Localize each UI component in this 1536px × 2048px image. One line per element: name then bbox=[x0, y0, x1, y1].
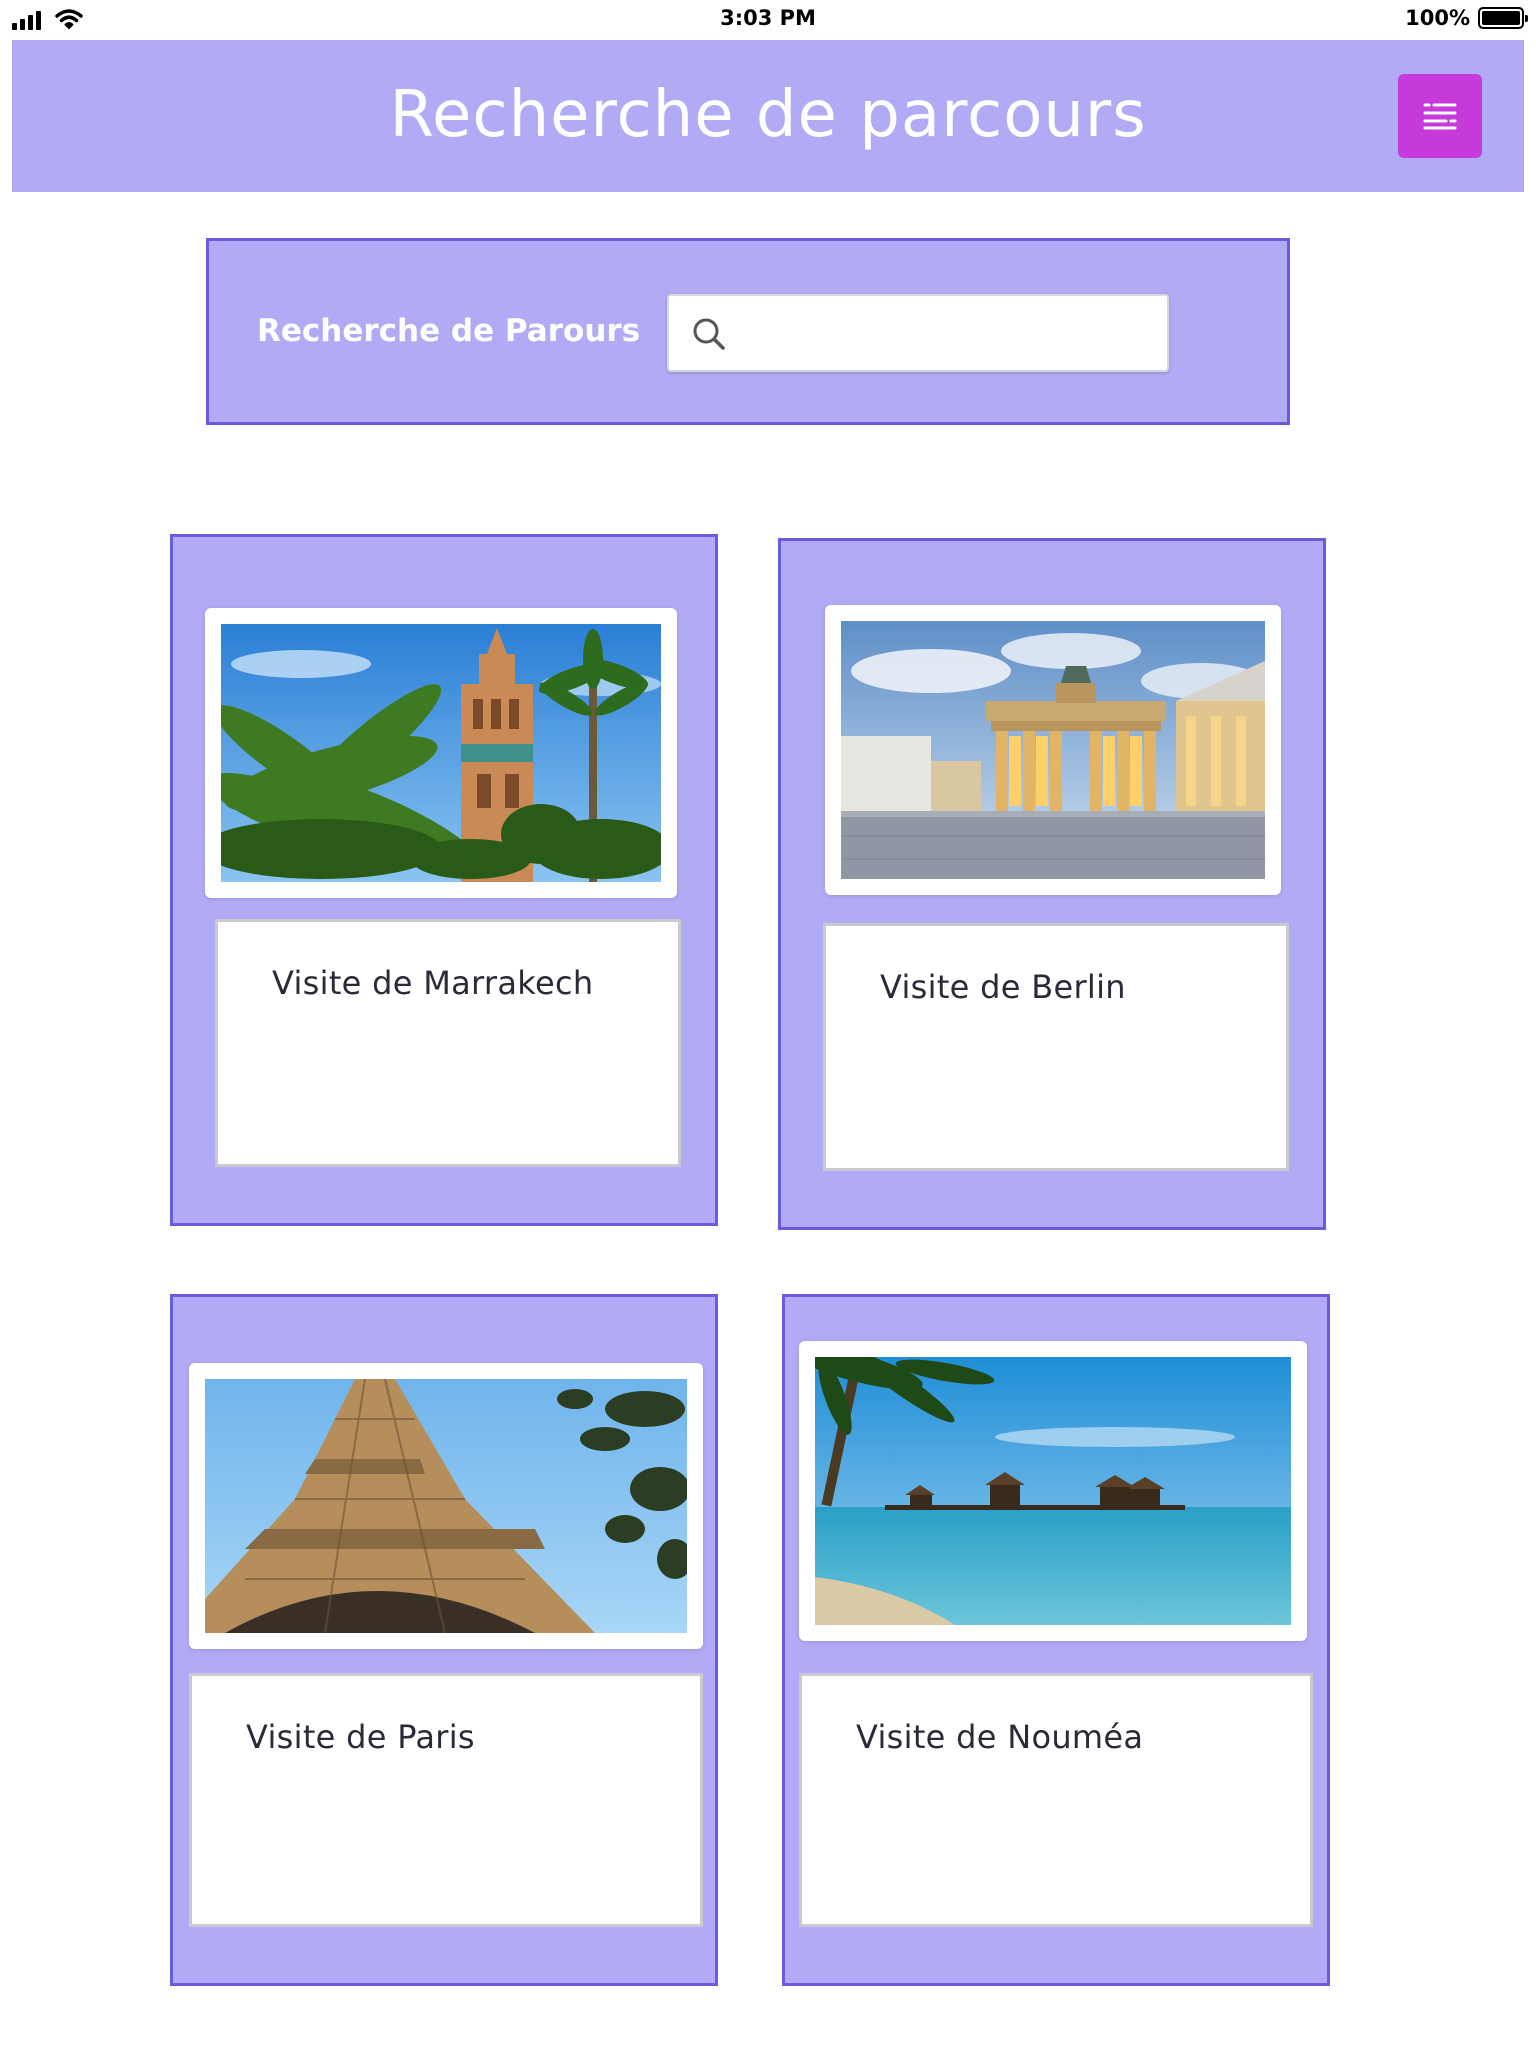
card-title: Visite de Nouméa bbox=[856, 1718, 1144, 1756]
brandenburg-gate-image bbox=[841, 621, 1265, 879]
card-image-frame bbox=[189, 1363, 703, 1649]
card-image-frame bbox=[799, 1341, 1307, 1641]
battery-percentage: 100% bbox=[1405, 6, 1470, 30]
search-panel: Recherche de Parours bbox=[206, 238, 1290, 425]
card-text-box: Visite de Paris bbox=[189, 1673, 703, 1927]
status-time: 3:03 PM bbox=[720, 6, 816, 30]
status-right: 100% bbox=[1405, 6, 1528, 30]
eiffel-tower-image bbox=[205, 1379, 687, 1633]
card-text-box: Visite de Nouméa bbox=[799, 1673, 1313, 1927]
filter-menu-button[interactable] bbox=[1398, 74, 1482, 158]
card-title: Visite de Paris bbox=[246, 1718, 475, 1756]
search-label: Recherche de Parours bbox=[257, 313, 641, 349]
card-text-box: Visite de Marrakech bbox=[215, 919, 681, 1167]
card-text-box: Visite de Berlin bbox=[823, 923, 1289, 1171]
filter-list-icon bbox=[1423, 103, 1457, 130]
search-box[interactable] bbox=[667, 294, 1169, 372]
search-input[interactable] bbox=[739, 306, 1159, 362]
koutoubia-mosque-palm-trees-image bbox=[221, 624, 661, 882]
card-berlin[interactable]: Visite de Berlin bbox=[778, 538, 1326, 1230]
app-header: Recherche de parcours bbox=[12, 40, 1524, 192]
status-bar: 3:03 PM 100% bbox=[0, 0, 1536, 40]
card-image-frame bbox=[205, 608, 677, 898]
card-image-frame bbox=[825, 605, 1281, 895]
tropical-beach-pier-image bbox=[815, 1357, 1291, 1625]
battery-icon bbox=[1478, 7, 1528, 29]
page-title: Recherche de parcours bbox=[389, 78, 1147, 152]
card-title: Visite de Marrakech bbox=[272, 964, 594, 1002]
card-noumea[interactable]: Visite de Nouméa bbox=[782, 1294, 1330, 1986]
card-paris[interactable]: Visite de Paris bbox=[170, 1294, 718, 1986]
search-icon bbox=[693, 318, 725, 350]
card-marrakech[interactable]: Visite de Marrakech bbox=[170, 534, 718, 1226]
card-title: Visite de Berlin bbox=[880, 968, 1126, 1006]
